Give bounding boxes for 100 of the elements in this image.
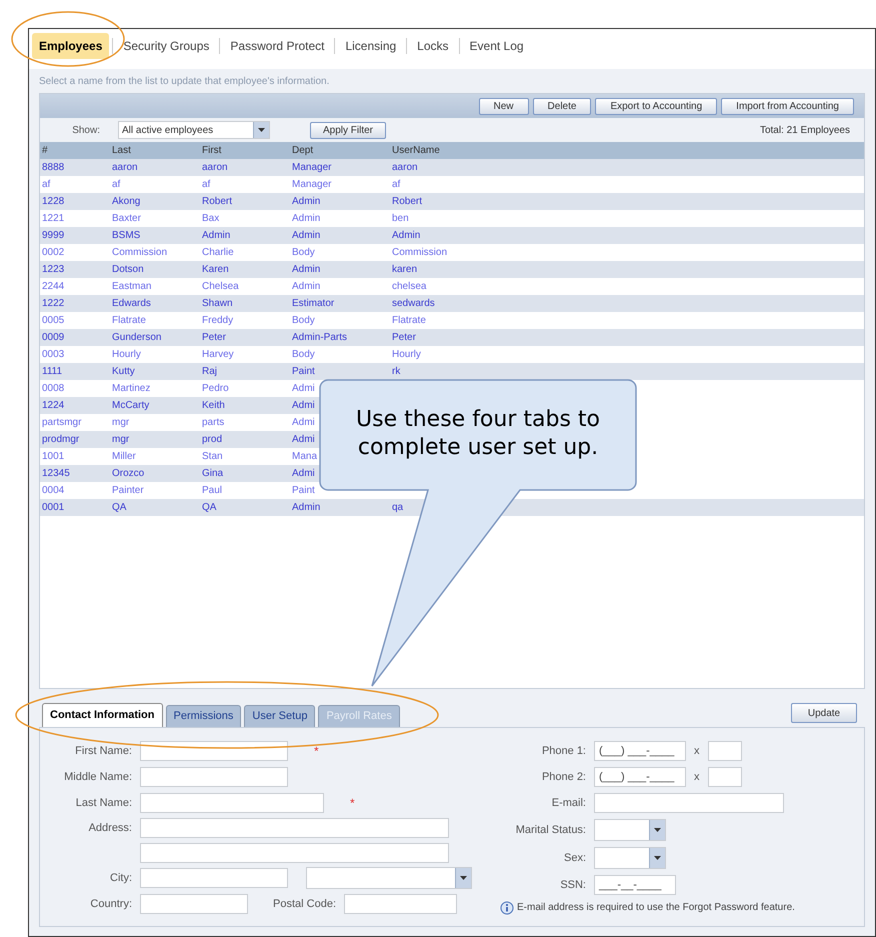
table-cell: Admi [292, 400, 315, 411]
tab[interactable]: Event Log [462, 33, 531, 59]
table-cell: Manager [292, 179, 332, 190]
table-cell: Hourly [392, 349, 421, 360]
dropdown-button[interactable] [455, 868, 471, 888]
table-cell: Admin [202, 230, 230, 241]
toolbar-button[interactable]: Import from Accounting [721, 98, 854, 114]
table-cell: Peter [202, 332, 226, 343]
table-cell: Estimator [292, 298, 334, 309]
table-cell: Pedro [202, 383, 229, 394]
tab[interactable]: User Setup [244, 705, 316, 727]
column-header[interactable]: First [200, 142, 290, 159]
dropdown-button[interactable] [649, 820, 665, 840]
tab[interactable]: Employees [32, 33, 110, 59]
input-field[interactable] [708, 741, 742, 761]
dropdown-field[interactable] [594, 847, 666, 869]
input-field[interactable] [140, 767, 288, 787]
table-cell: aaron [392, 162, 418, 173]
table-cell: Eastman [112, 281, 152, 292]
table-cell: 2244 [42, 281, 64, 292]
caret-icon [654, 828, 661, 832]
table-cell: Akong [112, 196, 140, 207]
dropdown-field[interactable] [306, 867, 472, 889]
tab[interactable]: Contact Information [42, 703, 162, 727]
total-count: Total: 21 Employees [760, 124, 851, 138]
table-cell: Admin-Parts [292, 332, 348, 343]
apply-filter-button[interactable]: Apply Filter [310, 122, 386, 138]
input-field[interactable]: (___) ___-____ [594, 741, 686, 761]
field-label: Phone 1: [540, 744, 586, 759]
table-cell: QA [202, 502, 216, 513]
info-note: E-mail address is required to use the Forgot Password feature. [517, 901, 795, 915]
dropdown-field[interactable] [594, 819, 666, 841]
table-cell: Charlie [202, 247, 234, 258]
filter-dropdown[interactable]: All active employees [118, 121, 270, 139]
table-cell: Orozco [112, 468, 144, 479]
toolbar-button[interactable]: Delete [532, 98, 592, 114]
table-cell: 1228 [42, 196, 64, 207]
table-cell: Stan [202, 451, 223, 462]
tab[interactable]: Locks [410, 33, 456, 59]
table-cell: Body [292, 315, 315, 326]
table-cell: 1111 [42, 366, 62, 377]
table-cell: Freddy [202, 315, 234, 326]
instruction-text: Select a name from the list to update that employee's information. [39, 75, 330, 89]
tab[interactable]: Licensing [338, 33, 404, 59]
table-cell: Dotson [112, 264, 144, 275]
dropdown-button[interactable] [649, 848, 665, 868]
column-header[interactable]: # [40, 142, 110, 159]
input-field[interactable] [708, 767, 742, 787]
table-cell: Robert [392, 196, 422, 207]
table-cell: Admin [292, 196, 320, 207]
required-mark: * [350, 795, 355, 812]
table-cell: 0004 [42, 485, 64, 496]
input-field[interactable] [140, 894, 248, 914]
field-label: SSN: [559, 878, 586, 893]
input-field[interactable] [594, 793, 784, 813]
table-cell: Chelsea [202, 281, 239, 292]
tab[interactable]: Security Groups [116, 33, 216, 59]
input-field[interactable] [140, 793, 324, 813]
input-field[interactable] [140, 741, 288, 761]
table-cell: qa [392, 502, 404, 513]
table-cell: aaron [202, 162, 228, 173]
input-field[interactable] [140, 818, 449, 838]
input-field[interactable]: ___-__-____ [594, 875, 676, 895]
table-cell: Harvey [202, 349, 234, 360]
column-header[interactable]: UserName [390, 142, 864, 159]
caret-icon [460, 876, 467, 880]
toolbar-button[interactable]: Export to Accounting [595, 98, 718, 114]
table-cell: mgr [112, 417, 130, 428]
required-mark: * [314, 743, 319, 760]
input-field[interactable] [140, 843, 449, 863]
tab[interactable]: Permissions [166, 705, 242, 727]
caret-icon [654, 856, 661, 860]
table-cell: Raj [202, 366, 218, 377]
extension-label: x [694, 744, 700, 759]
table-cell: Admi [292, 383, 315, 394]
table-cell: 0009 [42, 332, 64, 343]
update-button[interactable]: Update [791, 703, 857, 723]
dropdown-button[interactable] [253, 122, 269, 138]
input-field[interactable] [344, 894, 457, 914]
table-cell: 1221 [42, 213, 64, 224]
input-field[interactable] [140, 868, 288, 888]
table-cell: 8888 [42, 162, 64, 173]
table-cell: Robert [202, 196, 232, 207]
table-cell: Baxter [112, 213, 141, 224]
field-label: City: [109, 870, 132, 886]
column-header[interactable]: Dept [290, 142, 390, 159]
table-cell: Peter [392, 332, 416, 343]
table-cell: Admin [292, 281, 320, 292]
table-cell: 0008 [42, 383, 64, 394]
table-cell: aaron [112, 162, 138, 173]
input-field[interactable]: (___) ___-____ [594, 767, 686, 787]
table-cell: 0001 [42, 502, 64, 513]
column-header[interactable]: Last [110, 142, 200, 159]
table-cell: Mana [292, 451, 318, 462]
table-cell: karen [392, 264, 418, 275]
toolbar-button[interactable]: New [478, 98, 529, 114]
table-cell: prod [202, 434, 222, 445]
tab[interactable]: Password Protect [223, 33, 332, 59]
table-cell: McCarty [112, 400, 150, 411]
table-cell: Admi [292, 417, 315, 428]
